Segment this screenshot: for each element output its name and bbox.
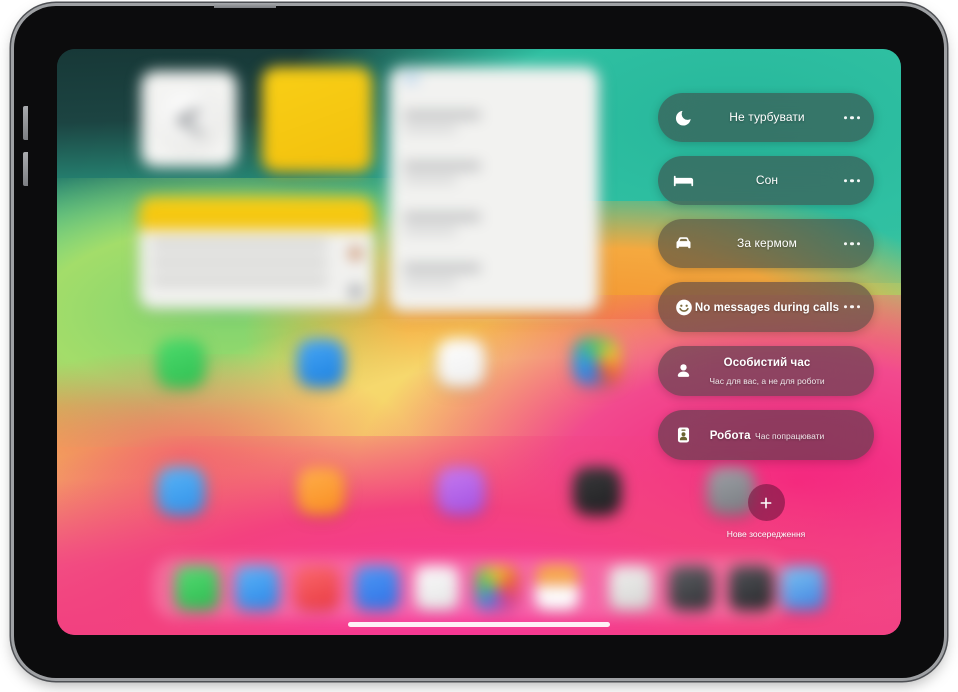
car-icon <box>673 233 694 254</box>
notes-widget-header <box>139 197 374 230</box>
notes-widget-avatar <box>349 247 362 260</box>
app-icon-purple[interactable] <box>437 467 485 515</box>
bed-icon <box>673 170 694 191</box>
clock-widget[interactable] <box>141 71 237 167</box>
ipad-device-frame: Не турбувати Сон За кермом No messages d… <box>14 3 944 678</box>
list-widget-marker <box>403 73 419 83</box>
focus-item-subtitle: Час попрацювати <box>755 430 825 441</box>
notes-widget[interactable] <box>139 197 374 309</box>
dock-icon-blue[interactable] <box>235 566 279 610</box>
dock-icon-files[interactable] <box>781 566 825 610</box>
ipad-screen: Не турбувати Сон За кермом No messages d… <box>57 49 901 635</box>
focus-item-do-not-disturb[interactable]: Не турбувати <box>658 93 874 142</box>
notes-widget-avatar <box>349 285 362 298</box>
notes-widget-line <box>151 277 328 284</box>
focus-item-work[interactable]: Робота Час попрацювати <box>658 410 874 460</box>
analog-clock-icon <box>153 83 225 155</box>
focus-item-no-messages-during-calls[interactable]: No messages during calls <box>658 282 874 332</box>
dock-icon-dark-1[interactable] <box>669 566 713 610</box>
volume-down-button[interactable] <box>23 152 28 186</box>
app-icon-blue[interactable] <box>297 339 345 387</box>
focus-panel: Не турбувати Сон За кермом No messages d… <box>658 93 874 539</box>
focus-item-title: За кермом <box>736 236 798 251</box>
moon-icon <box>673 107 694 128</box>
app-icon-blue-contacts[interactable] <box>157 467 205 515</box>
focus-item-more-button[interactable] <box>841 173 863 188</box>
new-focus-group: Нове зосередження <box>658 484 874 539</box>
power-button[interactable] <box>214 3 276 8</box>
focus-item-personal-time[interactable]: Особистий час Час для вас, а не для робо… <box>658 346 874 396</box>
app-icon-green[interactable] <box>157 339 205 387</box>
app-icon-orange[interactable] <box>297 467 345 515</box>
list-widget-item-title <box>403 213 481 221</box>
dock-icon-dark-2[interactable] <box>729 566 773 610</box>
new-focus-label: Нове зосередження <box>726 529 806 539</box>
app-icon-dark[interactable] <box>573 467 621 515</box>
home-indicator[interactable] <box>348 622 610 627</box>
volume-up-button[interactable] <box>23 106 28 140</box>
person-icon <box>673 361 694 382</box>
focus-item-more-button[interactable] <box>841 110 863 125</box>
focus-item-more-button[interactable] <box>841 236 863 251</box>
plus-icon <box>758 495 774 511</box>
focus-item-sleep[interactable]: Сон <box>658 156 874 205</box>
dock-icon-sunrise[interactable] <box>535 566 579 610</box>
yellow-widget[interactable] <box>262 67 372 172</box>
dock-icon-red[interactable] <box>295 566 339 610</box>
app-icon-white[interactable] <box>437 339 485 387</box>
smiley-face-icon <box>673 297 694 318</box>
dock-icon-multicolor[interactable] <box>475 566 519 610</box>
focus-item-driving[interactable]: За кермом <box>658 219 874 268</box>
focus-item-title: Сон <box>755 173 779 188</box>
list-widget-item-title <box>403 111 481 119</box>
list-widget-item-sub <box>403 279 457 285</box>
focus-item-more-button[interactable] <box>841 299 863 314</box>
list-widget-item-title <box>403 162 481 170</box>
notes-widget-line <box>151 241 328 248</box>
dock-icon-light[interactable] <box>609 566 653 610</box>
focus-item-title: No messages during calls <box>694 301 840 314</box>
focus-item-title: Робота <box>709 429 751 442</box>
app-icon-multicolor[interactable] <box>573 337 621 385</box>
dock-icon-green[interactable] <box>175 566 219 610</box>
id-badge-icon <box>673 425 694 446</box>
list-widget-item-title <box>403 264 481 272</box>
new-focus-button[interactable] <box>747 484 785 521</box>
focus-item-title: Особистий час <box>723 356 811 369</box>
focus-item-subtitle: Час для вас, а не для роботи <box>709 376 825 386</box>
notes-widget-line <box>151 259 328 266</box>
list-widget[interactable] <box>389 67 599 312</box>
focus-item-title: Не турбувати <box>729 110 805 125</box>
dock-icon-white[interactable] <box>415 566 459 610</box>
dock-icon-blue-2[interactable] <box>355 566 399 610</box>
